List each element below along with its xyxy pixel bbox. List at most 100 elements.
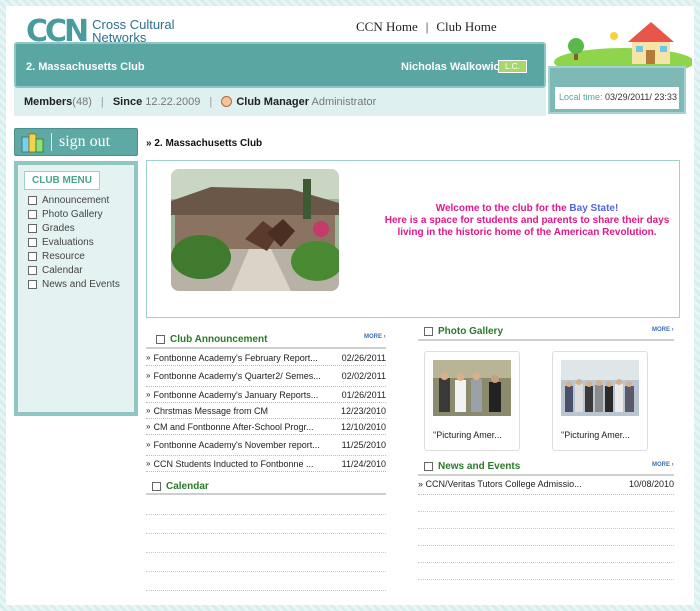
list-item[interactable]: » Fontbonne Academy's November report... 1…: [146, 435, 386, 456]
club-menu-title: CLUB MENU: [24, 171, 100, 190]
announcement-date: 11/25/2010: [341, 440, 386, 450]
announcement-list: » Fontbonne Academy's February Report... 0…: [146, 350, 386, 472]
local-time-label: Local time:: [559, 92, 603, 102]
calendar-section-title: Calendar: [152, 481, 209, 492]
menu-item-news-and-events[interactable]: News and Events: [18, 278, 134, 292]
breadcrumb-club: 2. Massachusetts Club: [154, 138, 263, 149]
list-item[interactable]: » Fontbonne Academy's Quarter2/ Semes... 0…: [146, 366, 386, 387]
since-date: 12.22.2009: [145, 96, 201, 108]
menu-item-label: News and Events: [42, 279, 120, 290]
section-divider: [418, 474, 674, 476]
gallery-caption: "Picturing Amer...: [561, 430, 630, 440]
club-photo: [171, 169, 339, 291]
news-more-link[interactable]: MORE ›: [652, 462, 674, 468]
announcement-title: CCN Students Inducted to Fontbonne ...: [153, 458, 314, 469]
announcement-title: Fontbonne Academy's Quarter2/ Semes...: [153, 371, 321, 381]
gallery-item[interactable]: "Picturing Amer...: [424, 351, 520, 451]
news-section-title: News and Events: [424, 461, 520, 472]
top-nav: CCN Home | Club Home: [356, 19, 497, 35]
announcement-date: 12/10/2010: [340, 421, 386, 432]
evaluations-icon: [28, 238, 37, 247]
list-item[interactable]: » Fontbonne Academy's January Reports... 0…: [146, 387, 386, 403]
gallery-item[interactable]: "Picturing Amer...: [552, 351, 648, 451]
page: CCN Cross Cultural Networks CCN Home | C…: [6, 6, 694, 605]
announcement-title: Club Announcement: [170, 334, 268, 345]
announcement-date: 11/24/2010: [341, 458, 386, 469]
sign-out-divider: [51, 133, 52, 151]
announcement-section-title: Club Announcement: [156, 334, 267, 345]
menu-item-announcement[interactable]: Announcement: [18, 194, 134, 208]
manager-avatar-icon: [221, 96, 233, 107]
ccn-home-link[interactable]: CCN Home: [356, 19, 418, 35]
menu-item-calendar[interactable]: Calendar: [18, 264, 134, 278]
section-divider: [146, 347, 386, 349]
calendar-row: [146, 515, 386, 534]
list-item[interactable]: » Chrstmas Message from CM 12/23/2010: [146, 403, 386, 419]
gallery-title: Photo Gallery: [438, 326, 504, 337]
announcement-title: Fontbonne Academy's January Reports...: [153, 389, 319, 400]
calendar-icon: [152, 482, 161, 491]
calendar-row: [146, 572, 386, 591]
role-badge: L.C.: [498, 60, 527, 73]
menu-item-evaluations[interactable]: Evaluations: [18, 236, 134, 250]
news-item-date: 10/08/2010: [628, 479, 674, 489]
announcement-date: 12/23/2010: [340, 405, 386, 416]
list-item[interactable]: » Fontbonne Academy's February Report... 0…: [146, 350, 386, 366]
announcement-date: 02/26/2011: [341, 352, 386, 363]
announcement-title: Chrstmas Message from CM: [153, 405, 268, 416]
grades-icon: [28, 224, 37, 233]
announcement-title: CM and Fontbonne After-School Progr...: [153, 421, 314, 432]
nav-separator: |: [425, 19, 429, 34]
club-menu-list: Announcement Photo Gallery Grades Evalua…: [18, 194, 134, 292]
news-title: News and Events: [438, 461, 521, 472]
sign-out-label: sign out: [59, 133, 111, 150]
menu-item-photo-gallery[interactable]: Photo Gallery: [18, 208, 134, 222]
gallery-section-title: Photo Gallery: [424, 326, 503, 337]
announcement-title: Fontbonne Academy's February Report...: [153, 352, 318, 363]
club-home-link[interactable]: Club Home: [436, 19, 496, 35]
news-row: [418, 512, 674, 529]
news-icon: [28, 280, 37, 289]
gallery-photo: [561, 360, 639, 416]
camera-icon: [28, 210, 37, 219]
list-item[interactable]: » CCN Students Inducted to Fontbonne ... 1…: [146, 456, 386, 472]
resource-icon: [28, 252, 37, 261]
news-row: [418, 529, 674, 546]
list-item[interactable]: » CCN/Veritas Tutors College Admissio...…: [418, 479, 674, 495]
calendar-row: [146, 553, 386, 572]
announcement-more-link[interactable]: MORE ›: [364, 334, 386, 340]
menu-item-grades[interactable]: Grades: [18, 222, 134, 236]
local-time-box: Local time: 03/29/2011/ 23:33: [548, 66, 686, 114]
club-name: 2. Massachusetts Club: [26, 61, 145, 73]
local-time-value: 03/29/2011/ 23:33: [605, 92, 677, 102]
members-count: (48): [72, 96, 92, 108]
list-item[interactable]: » CM and Fontbonne After-School Progr... 1…: [146, 419, 386, 435]
welcome-message: Welcome to the club for the Bay State! H…: [377, 203, 677, 239]
info-separator: |: [100, 96, 104, 108]
calendar-title: Calendar: [166, 481, 209, 492]
news-row: [418, 495, 674, 512]
news-icon: [424, 462, 433, 471]
camera-icon: [424, 327, 433, 336]
sign-out-button[interactable]: sign out: [14, 128, 138, 156]
manager-label: Club Manager: [236, 96, 310, 108]
news-row: [418, 563, 674, 580]
announcement-date: 01/26/2011: [341, 389, 386, 400]
members-label: Members: [24, 96, 73, 108]
menu-item-resource[interactable]: Resource: [18, 250, 134, 264]
books-icon: [21, 133, 44, 153]
calendar-icon: [28, 266, 37, 275]
menu-item-label: Calendar: [42, 265, 83, 276]
gallery-more-link[interactable]: MORE ›: [652, 327, 674, 333]
welcome-rest: Here is a space for students and parents…: [384, 215, 670, 238]
calendar-row: [146, 496, 386, 515]
section-divider: [418, 339, 674, 341]
club-menu-panel: CLUB MENU Announcement Photo Gallery Gra…: [18, 165, 134, 412]
club-info-bar: Members(48) | Since 12.22.2009 | Club Ma…: [14, 88, 546, 116]
news-list: [418, 495, 674, 580]
user-name: Nicholas Walkowicz: [401, 61, 506, 73]
announcement-title: Fontbonne Academy's November report...: [153, 440, 320, 450]
welcome-bay-state: Bay State!: [569, 203, 619, 214]
gallery-caption: "Picturing Amer...: [433, 430, 502, 440]
info-separator: |: [209, 96, 213, 108]
